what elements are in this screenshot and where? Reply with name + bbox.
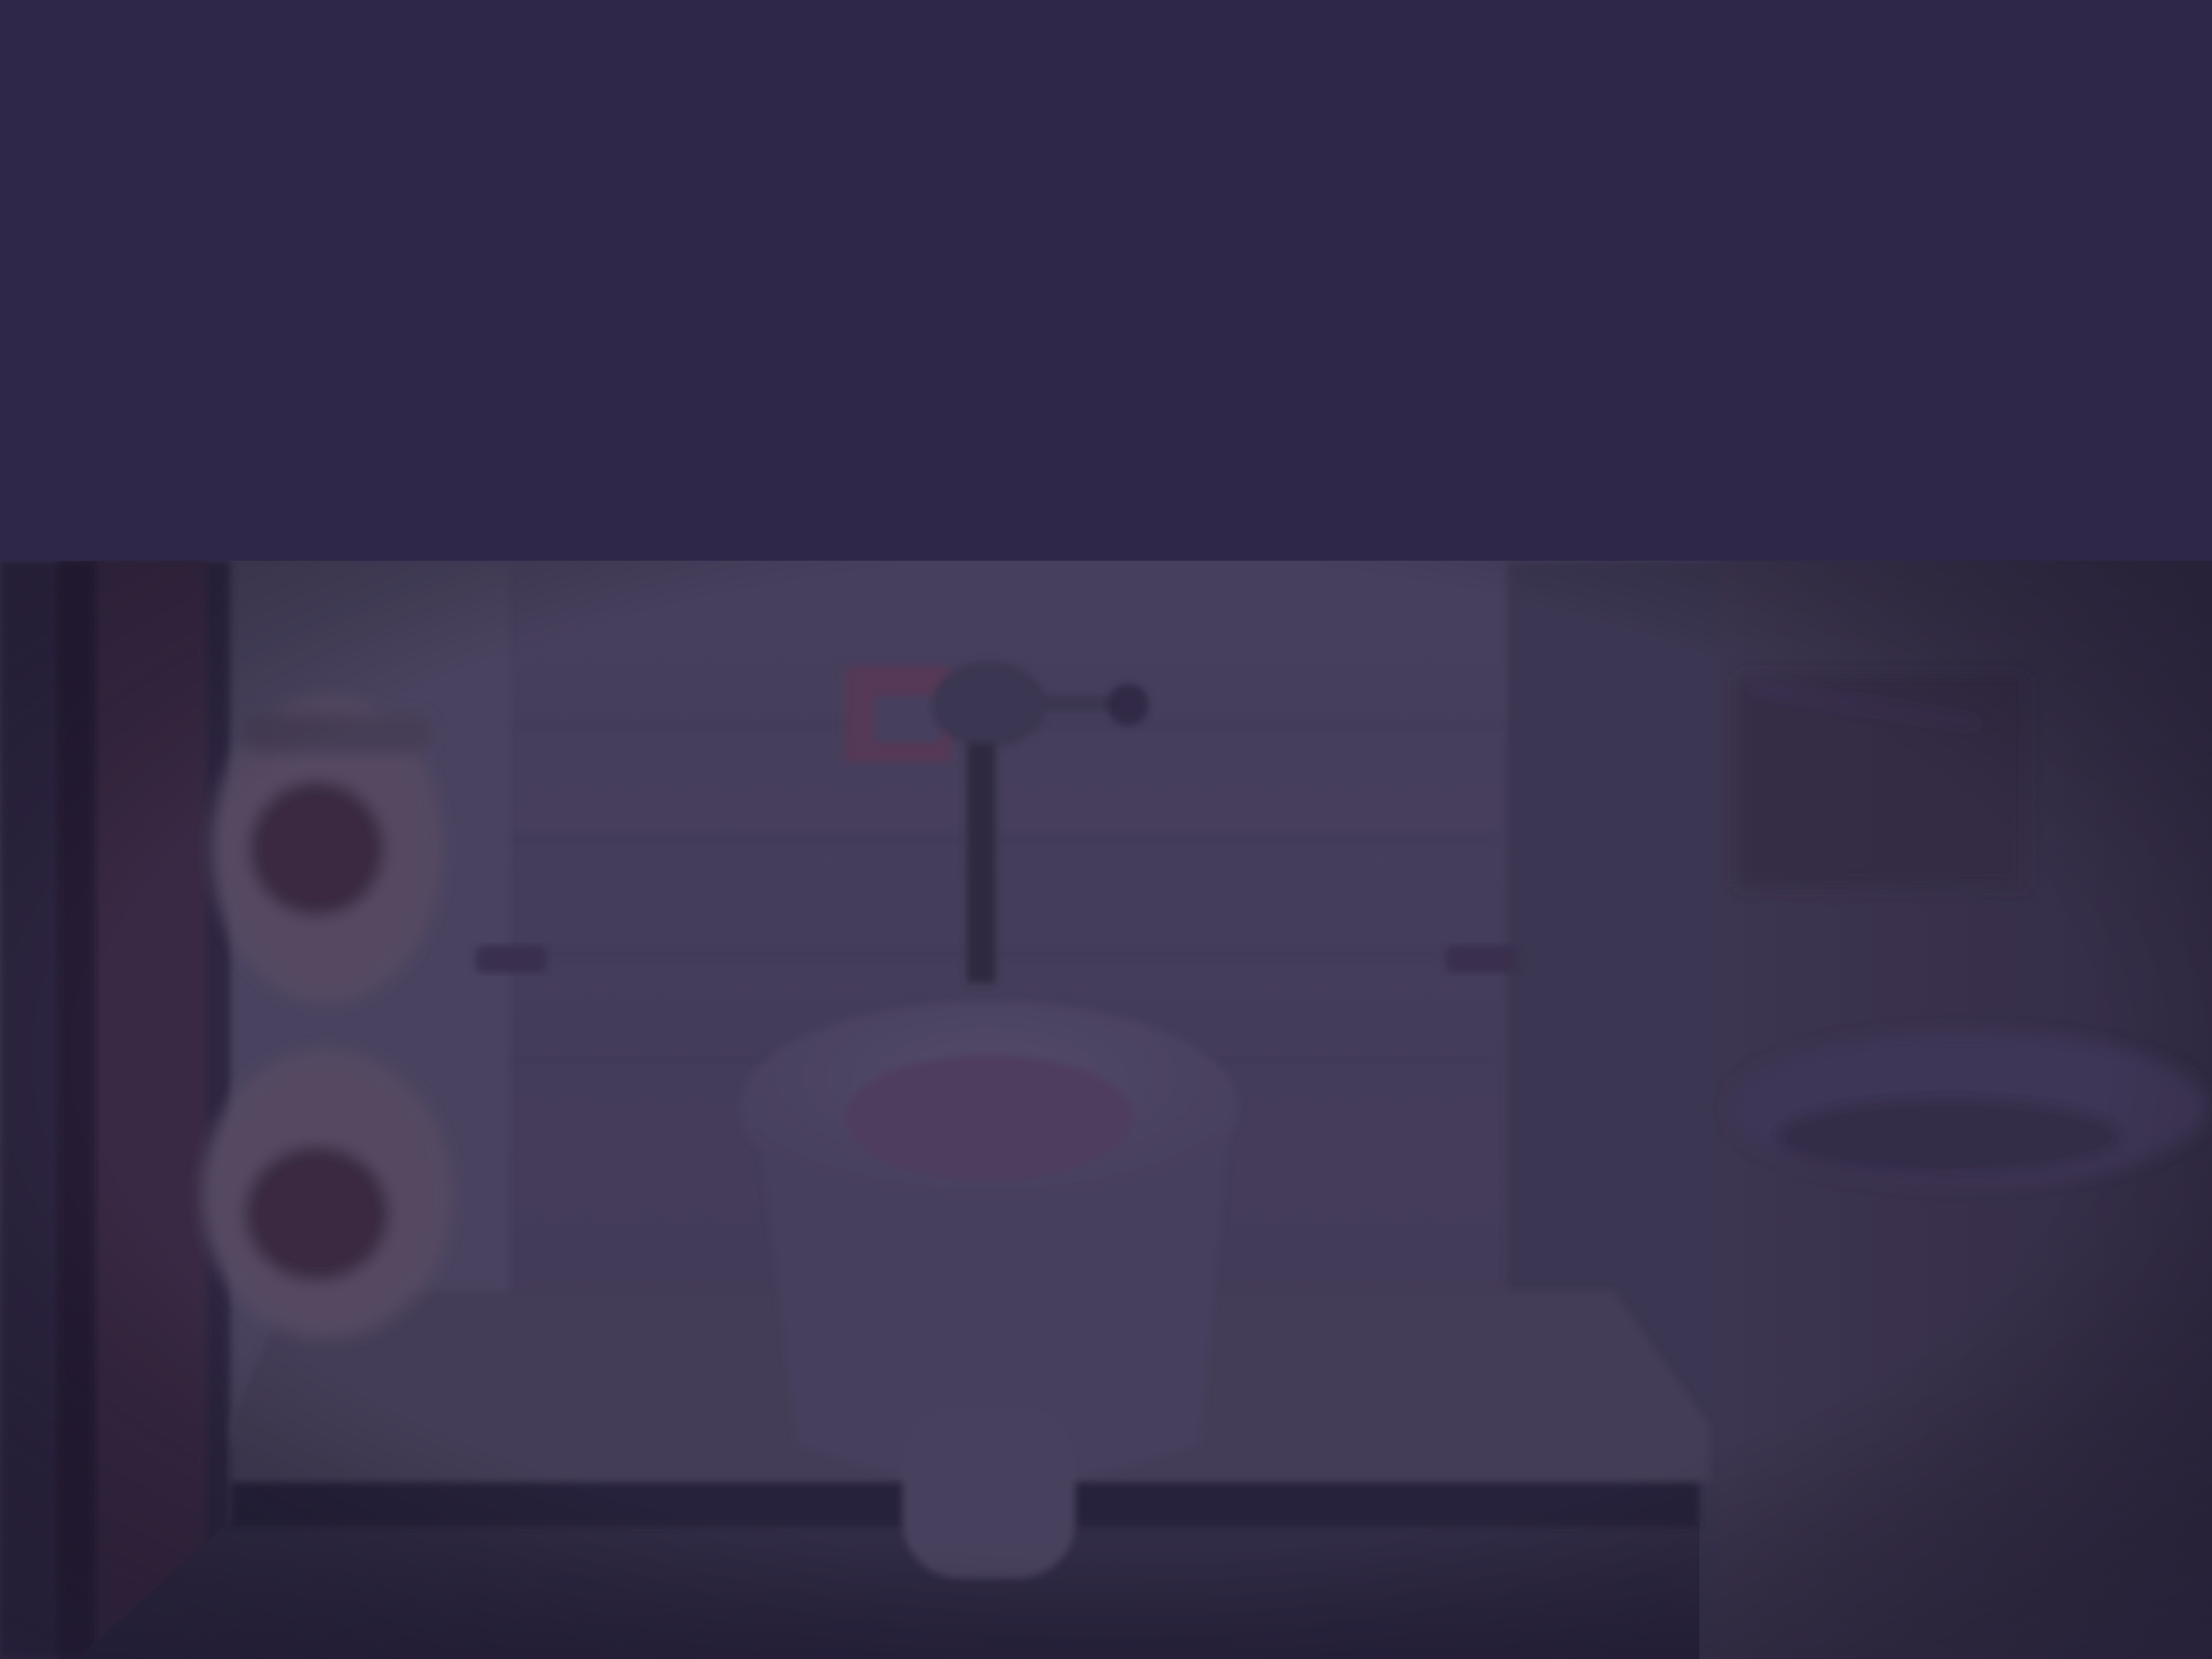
dark-overlay-band (0, 0, 2212, 561)
screen (0, 0, 2212, 1659)
bathroom-photo (0, 561, 2212, 1659)
